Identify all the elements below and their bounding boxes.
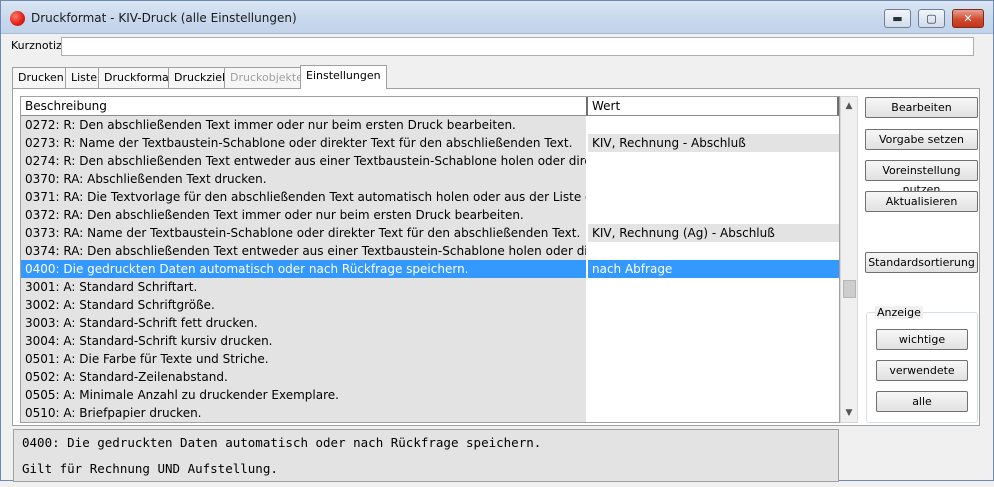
grid-header: Beschreibung Wert — [21, 97, 839, 116]
cell-beschreibung: 0372: RA: Den abschließenden Text immer … — [21, 206, 586, 224]
cell-beschreibung: 0505: A: Minimale Anzahl zu druckender E… — [21, 386, 586, 404]
table-row[interactable]: 3003: A: Standard-Schrift fett drucken. — [21, 314, 839, 332]
scroll-down-icon[interactable]: ▼ — [841, 405, 857, 421]
table-row[interactable]: 0505: A: Minimale Anzahl zu druckender E… — [21, 386, 839, 404]
cell-beschreibung: 0273: R: Name der Textbaustein-Schablone… — [21, 134, 586, 152]
bearbeiten-button[interactable]: Bearbeiten — [865, 97, 978, 118]
minimize-button[interactable]: ▬ — [884, 9, 911, 28]
cell-wert — [588, 242, 839, 260]
close-button[interactable]: ✕ — [952, 9, 984, 28]
table-row[interactable]: 0273: R: Name der Textbaustein-Schablone… — [21, 134, 839, 152]
table-row[interactable]: 0372: RA: Den abschließenden Text immer … — [21, 206, 839, 224]
vertical-scrollbar[interactable]: ▲ ▼ — [840, 96, 858, 423]
cell-wert — [588, 278, 839, 296]
table-row[interactable]: 3004: A: Standard-Schrift kursiv drucken… — [21, 332, 839, 350]
cell-wert — [588, 116, 839, 134]
description-panel: 0400: Die gedruckten Daten automatisch o… — [13, 429, 839, 482]
cell-wert — [588, 152, 839, 170]
cell-beschreibung: 0274: R: Den abschließenden Text entwede… — [21, 152, 586, 170]
vorgabe-setzen-button[interactable]: Vorgabe setzen — [865, 129, 978, 150]
scroll-up-icon[interactable]: ▲ — [841, 98, 857, 114]
cell-beschreibung: 0501: A: Die Farbe für Texte und Striche… — [21, 350, 586, 368]
column-header-beschreibung[interactable]: Beschreibung — [21, 97, 588, 116]
table-row[interactable]: 0374: RA: Den abschließenden Text entwed… — [21, 242, 839, 260]
cell-beschreibung: 0373: RA: Name der Textbaustein-Schablon… — [21, 224, 586, 242]
table-row[interactable]: 0501: A: Die Farbe für Texte und Striche… — [21, 350, 839, 368]
table-row[interactable]: 3001: A: Standard Schriftart. — [21, 278, 839, 296]
cell-wert — [588, 170, 839, 188]
aktualisieren-button[interactable]: Aktualisieren — [865, 191, 978, 212]
cell-wert — [588, 188, 839, 206]
table-row[interactable]: 0373: RA: Name der Textbaustein-Schablon… — [21, 224, 839, 242]
table-row[interactable]: 0502: A: Standard-Zeilenabstand. — [21, 368, 839, 386]
cell-beschreibung: 0510: A: Briefpapier drucken. — [21, 404, 586, 422]
tab-drucken[interactable]: Drucken — [12, 67, 70, 88]
description-line-2: Gilt für Rechnung UND Aufstellung. — [22, 461, 278, 476]
print-format-window: Druckformat - KIV-Druck (alle Einstellun… — [0, 0, 994, 482]
cell-beschreibung: 3004: A: Standard-Schrift kursiv drucken… — [21, 332, 586, 350]
settings-grid[interactable]: Beschreibung Wert 0272: R: Den abschließ… — [20, 96, 840, 423]
cell-beschreibung: 0371: RA: Die Textvorlage für den abschl… — [21, 188, 586, 206]
table-row[interactable]: 0370: RA: Abschließenden Text drucken. — [21, 170, 839, 188]
cell-beschreibung: 0400: Die gedruckten Daten automatisch o… — [21, 260, 586, 278]
maximize-button[interactable]: ▢ — [918, 9, 945, 28]
table-row[interactable]: 0400: Die gedruckten Daten automatisch o… — [21, 260, 839, 278]
cell-beschreibung: 0272: R: Den abschließenden Text immer o… — [21, 116, 586, 134]
verwendete-button[interactable]: verwendete — [876, 360, 968, 381]
cell-wert — [588, 332, 839, 350]
cell-beschreibung: 0374: RA: Den abschließenden Text entwed… — [21, 242, 586, 260]
voreinstellung-nutzen-button[interactable]: Voreinstellung nutzen — [865, 160, 978, 196]
anzeige-label: Anzeige — [875, 306, 923, 319]
tab-druckziel[interactable]: Druckziel — [168, 67, 232, 88]
description-line-1: 0400: Die gedruckten Daten automatisch o… — [22, 435, 542, 450]
standardsortierung-button[interactable]: Standardsortierung — [865, 252, 978, 273]
cell-wert: nach Abfrage — [588, 260, 839, 278]
alle-button[interactable]: alle — [876, 391, 968, 412]
wichtige-button[interactable]: wichtige — [876, 329, 968, 350]
cell-beschreibung: 3001: A: Standard Schriftart. — [21, 278, 586, 296]
kurznotiz-label: Kurznotiz: — [11, 39, 66, 52]
cell-beschreibung: 3003: A: Standard-Schrift fett drucken. — [21, 314, 586, 332]
cell-beschreibung: 0370: RA: Abschließenden Text drucken. — [21, 170, 586, 188]
cell-wert — [588, 368, 839, 386]
kurznotiz-input[interactable] — [61, 37, 974, 56]
table-row[interactable]: 0272: R: Den abschließenden Text immer o… — [21, 116, 839, 134]
cell-beschreibung: 3002: A: Standard Schriftgröße. — [21, 296, 586, 314]
cell-wert — [588, 404, 839, 422]
title-bar[interactable]: Druckformat - KIV-Druck (alle Einstellun… — [1, 1, 993, 34]
column-header-wert[interactable]: Wert — [588, 97, 839, 116]
tab-druckobjekte: Druckobjekte — [224, 67, 309, 88]
cell-wert: KIV, Rechnung (Ag) - Abschluß — [588, 224, 839, 242]
cell-wert — [588, 206, 839, 224]
table-row[interactable]: 0510: A: Briefpapier drucken. — [21, 404, 839, 422]
app-logo-icon — [10, 11, 25, 26]
tab-druckformat[interactable]: Druckformat — [98, 67, 180, 88]
cell-wert: KIV, Rechnung - Abschluß — [588, 134, 839, 152]
table-row[interactable]: 0274: R: Den abschließenden Text entwede… — [21, 152, 839, 170]
cell-wert — [588, 386, 839, 404]
table-row[interactable]: 0371: RA: Die Textvorlage für den abschl… — [21, 188, 839, 206]
tab-einstellungen[interactable]: Einstellungen — [300, 65, 387, 89]
cell-beschreibung: 0502: A: Standard-Zeilenabstand. — [21, 368, 586, 386]
table-row[interactable]: 3002: A: Standard Schriftgröße. — [21, 296, 839, 314]
cell-wert — [588, 350, 839, 368]
window-title: Druckformat - KIV-Druck (alle Einstellun… — [31, 11, 297, 25]
scroll-thumb[interactable] — [843, 280, 856, 298]
cell-wert — [588, 314, 839, 332]
cell-wert — [588, 296, 839, 314]
